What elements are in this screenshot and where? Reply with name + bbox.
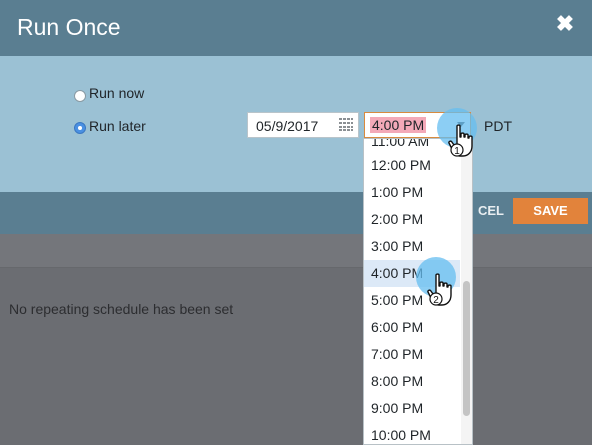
run-now-label[interactable]: Run now (89, 85, 144, 101)
time-option[interactable]: 7:00 PM (364, 341, 460, 368)
run-later-radio[interactable] (74, 122, 86, 134)
time-option[interactable]: 8:00 PM (364, 368, 460, 395)
time-option[interactable]: 2:00 PM (364, 206, 460, 233)
step-1-number: 1 (454, 146, 460, 157)
background-toolbar (0, 234, 592, 268)
close-icon[interactable]: ✖ (553, 12, 577, 36)
dropdown-scrollbar-thumb[interactable] (463, 281, 470, 416)
run-now-radio[interactable] (74, 90, 86, 102)
time-option[interactable]: 12:00 PM (364, 152, 460, 179)
hand-cursor-icon: 1 (448, 124, 473, 157)
no-schedule-message: No repeating schedule has been set (9, 301, 234, 317)
time-option[interactable]: 1:00 PM (364, 179, 460, 206)
time-option[interactable]: 6:00 PM (364, 314, 460, 341)
time-option[interactable]: 3:00 PM (364, 233, 460, 260)
step-2-number: 2 (433, 295, 439, 306)
timezone-label: PDT (484, 118, 512, 134)
time-select-value: 4:00 PM (370, 117, 427, 133)
dialog-title: Run Once (17, 14, 121, 40)
calendar-icon[interactable] (339, 118, 353, 131)
background-page: No repeating schedule has been set (0, 234, 592, 445)
date-input[interactable]: 05/9/2017 (247, 112, 359, 138)
dialog-header: Run Once ✖ (0, 0, 592, 56)
save-button[interactable]: SAVE (513, 198, 588, 224)
hand-cursor-icon: 2 (427, 273, 452, 306)
date-value: 05/9/2017 (256, 118, 319, 134)
time-option[interactable]: 9:00 PM (364, 395, 460, 422)
run-later-label[interactable]: Run later (89, 118, 146, 134)
time-option[interactable]: 10:00 PM (364, 422, 460, 444)
